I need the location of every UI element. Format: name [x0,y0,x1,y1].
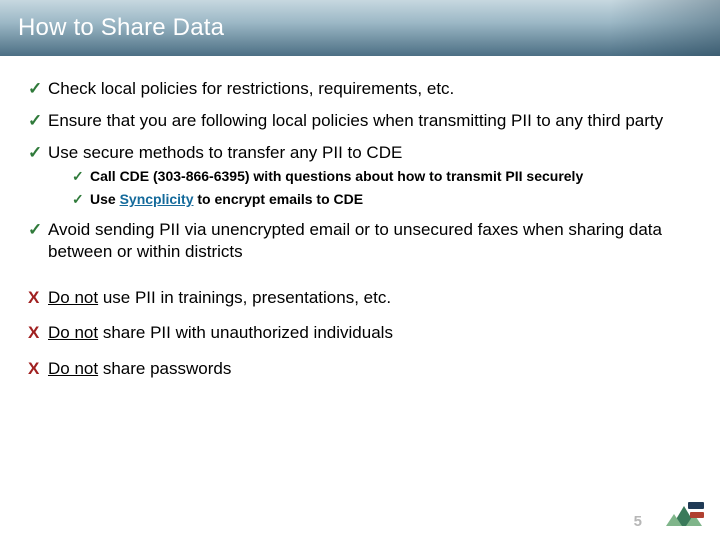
checkmark-icon: ✓ [28,78,42,100]
donot-text: Do not share PII with unauthorized indiv… [48,323,393,342]
spacer [28,273,692,287]
bullet-text: Avoid sending PII via unencrypted email … [48,220,662,261]
x-icon: X [28,322,39,344]
co-logo-icon [662,500,706,530]
sub-bullet-item: ✓ Use Syncplicity to encrypt emails to C… [72,190,692,209]
checkmark-icon: ✓ [72,167,84,186]
slide: How to Share Data ✓ Check local policies… [0,0,720,540]
slide-body: ✓ Check local policies for restrictions,… [0,56,720,380]
header-accent [610,0,720,56]
donot-text: Do not share passwords [48,359,231,378]
sub-bullet-text: Use Syncplicity to encrypt emails to CDE [90,191,363,207]
sub-bullet-item: ✓ Call CDE (303-866-6395) with questions… [72,167,692,186]
donot-text: Do not use PII in trainings, presentatio… [48,288,391,307]
bullet-item: ✓ Avoid sending PII via unencrypted emai… [28,219,692,263]
sub-bullet-text: Call CDE (303-866-6395) with questions a… [90,168,583,184]
slide-header: How to Share Data [0,0,720,56]
checkmark-icon: ✓ [72,190,84,209]
checkmark-icon: ✓ [28,219,42,241]
donot-item: X Do not share passwords [28,358,692,380]
slide-title: How to Share Data [18,14,224,42]
bullet-text: Ensure that you are following local poli… [48,111,663,130]
page-number: 5 [634,513,642,530]
slide-footer: 5 [634,500,706,530]
x-icon: X [28,287,39,309]
checkmark-icon: ✓ [28,110,42,132]
bullet-text: Check local policies for restrictions, r… [48,79,454,98]
donot-item: X Do not share PII with unauthorized ind… [28,322,692,344]
x-icon: X [28,358,39,380]
bullet-item: ✓ Use secure methods to transfer any PII… [28,142,692,210]
syncplicity-link[interactable]: Syncplicity [120,191,194,207]
checkmark-icon: ✓ [28,142,42,164]
bullet-item: ✓ Ensure that you are following local po… [28,110,692,132]
bullet-item: ✓ Check local policies for restrictions,… [28,78,692,100]
donot-item: X Do not use PII in trainings, presentat… [28,287,692,309]
sub-bullet-list: ✓ Call CDE (303-866-6395) with questions… [48,167,692,209]
bullet-text: Use secure methods to transfer any PII t… [48,143,402,162]
